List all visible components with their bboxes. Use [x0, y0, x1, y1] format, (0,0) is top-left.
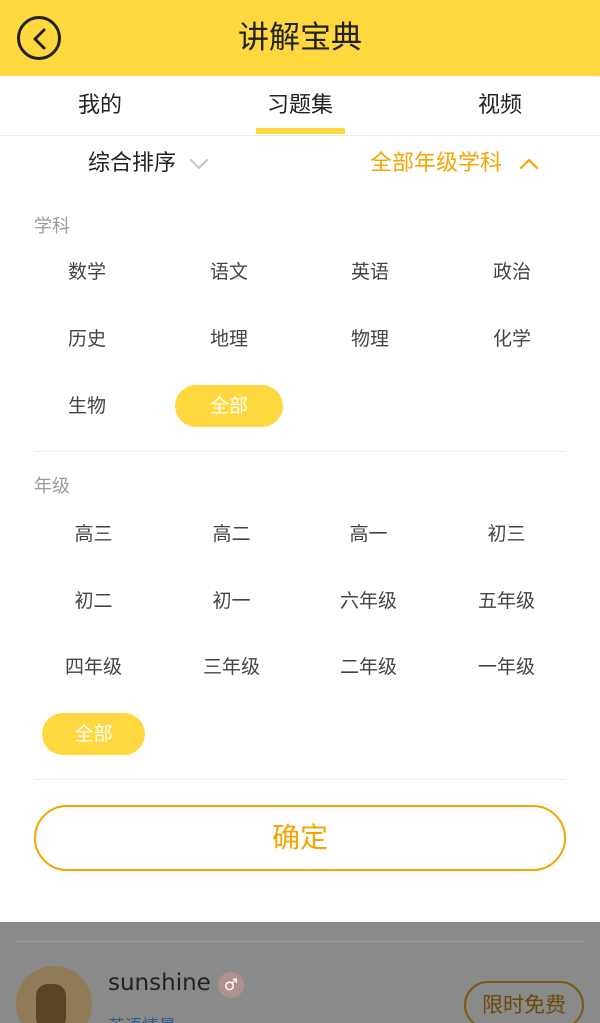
- subject-chip[interactable]: 生物: [34, 385, 140, 427]
- subject-section-label: 学科: [34, 216, 70, 237]
- sort-filter-bar: 综合排序 全部年级学科: [0, 136, 600, 192]
- grade-chip[interactable]: 三年级: [180, 646, 283, 688]
- grade-chip-all-selected[interactable]: 全部: [42, 713, 145, 755]
- subject-chip[interactable]: 地理: [175, 318, 283, 360]
- grade-chip[interactable]: 高三: [42, 513, 145, 555]
- section-divider: [34, 779, 566, 780]
- list-divider: [16, 941, 584, 942]
- grade-section-label: 年级: [34, 476, 70, 497]
- grade-chip[interactable]: 四年级: [42, 646, 145, 688]
- grade-chip[interactable]: 初一: [180, 580, 283, 622]
- filter-label: 全部年级学科: [370, 151, 503, 176]
- grade-chip[interactable]: 六年级: [317, 580, 420, 622]
- chevron-down-icon: [189, 158, 209, 170]
- subject-chip[interactable]: 物理: [316, 318, 424, 360]
- confirm-button[interactable]: 确定: [34, 805, 566, 871]
- limited-free-button[interactable]: 限时免费: [464, 981, 584, 1023]
- subject-chip[interactable]: 英语: [316, 251, 424, 293]
- chevron-up-icon: [519, 158, 539, 170]
- subject-chip[interactable]: 政治: [458, 251, 566, 293]
- tab-exercises[interactable]: 习题集: [240, 76, 360, 136]
- subject-chip[interactable]: 历史: [34, 318, 140, 360]
- grade-chip[interactable]: 一年级: [455, 646, 558, 688]
- tab-videos[interactable]: 视频: [440, 76, 560, 136]
- section-divider: [34, 451, 566, 452]
- grade-chip[interactable]: 高二: [180, 513, 283, 555]
- grade-chip[interactable]: 初三: [455, 513, 558, 555]
- dimmed-list-overlay[interactable]: sunshine ♂ 英语情景 限时免费: [0, 922, 600, 1023]
- avatar: [16, 966, 92, 1023]
- subject-chip[interactable]: 化学: [458, 318, 566, 360]
- subject-chip[interactable]: 语文: [175, 251, 283, 293]
- app-header: 讲解宝典: [0, 0, 600, 76]
- page-title: 讲解宝典: [238, 20, 362, 56]
- sort-dropdown[interactable]: 综合排序: [88, 136, 209, 192]
- subject-chip[interactable]: 数学: [34, 251, 140, 293]
- subject-chip-all-selected[interactable]: 全部: [175, 385, 283, 427]
- tab-bar: 我的 习题集 视频: [0, 76, 600, 136]
- grade-chip[interactable]: 初二: [42, 580, 145, 622]
- item-subtitle: 英语情景: [108, 1012, 176, 1023]
- username: sunshine: [108, 970, 211, 996]
- sort-label: 综合排序: [88, 151, 177, 176]
- male-icon: ♂: [218, 972, 244, 998]
- grade-chip[interactable]: 五年级: [455, 580, 558, 622]
- active-tab-indicator: [256, 128, 345, 134]
- tab-mine[interactable]: 我的: [40, 76, 160, 136]
- grade-chip[interactable]: 高一: [317, 513, 420, 555]
- grade-chip[interactable]: 二年级: [317, 646, 420, 688]
- grade-subject-dropdown[interactable]: 全部年级学科: [370, 136, 539, 192]
